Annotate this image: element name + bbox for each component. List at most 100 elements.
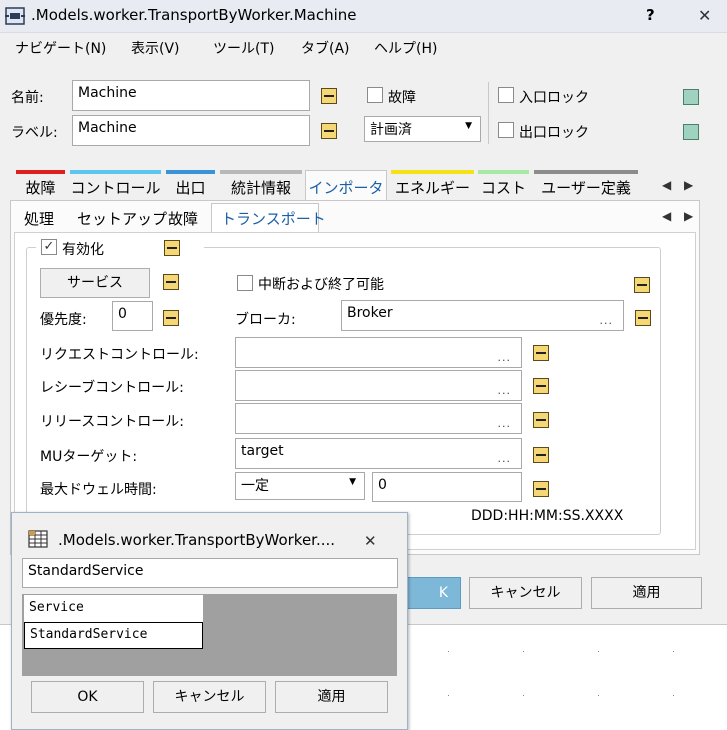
release-control-field[interactable]: ... [235,403,522,434]
mu-target-value: target [241,443,284,459]
tab-exit[interactable]: 出口 [166,177,215,198]
help-button[interactable]: ? [646,6,655,24]
tab-cost-color [478,170,529,174]
subtab-scroll-left-icon[interactable]: ◀ [662,209,671,223]
planned-dropdown[interactable]: 計画済 ▼ [364,116,481,142]
window-title: .Models.worker.TransportByWorker.Machine [31,6,357,24]
popup-cancel-button[interactable]: キャンセル [153,681,266,713]
max-dwell-inherit-button[interactable] [533,481,549,497]
tab-statistics-color [220,170,302,174]
menu-tools[interactable]: ツール(T) [213,38,274,58]
exit-lock-label: 出口ロック [519,125,589,141]
tab-scroll-left-icon[interactable]: ◀ [662,178,671,192]
tab-failure[interactable]: 故障 [16,177,65,198]
broker-label: ブローカ: [235,312,296,328]
label-label: ラベル: [11,125,58,141]
tab-exit-color [166,170,215,174]
release-control-browse-button[interactable]: ... [498,417,512,430]
interrupt-inherit-button[interactable] [634,277,650,293]
subtab-scroll-right-icon[interactable]: ▶ [684,209,693,223]
receive-control-browse-button[interactable]: ... [498,384,512,397]
release-control-label: リリースコントロール: [40,414,185,430]
receive-control-label: レシーブコントロール: [40,380,184,396]
enabled-checkbox[interactable]: ✓ [41,239,57,255]
enabled-label: 有効化 [62,242,104,258]
menu-tab[interactable]: タブ(A) [301,38,350,58]
tab-statistics[interactable]: 統計情報 [220,177,302,198]
subtab-transport[interactable]: トランスポート [221,208,326,229]
request-control-browse-button[interactable]: ... [498,351,512,364]
header-divider [488,82,489,144]
receive-control-inherit-button[interactable] [533,378,549,394]
entry-lock-label: 入口ロック [519,90,589,106]
max-dwell-label: 最大ドウェル時間: [40,482,157,498]
service-inherit-button[interactable] [163,274,179,290]
max-dwell-mode-dropdown[interactable]: 一定 ▼ [235,472,365,500]
priority-label: 優先度: [40,312,87,328]
mu-target-browse-button[interactable]: ... [498,452,512,465]
interrupt-checkbox[interactable] [237,275,253,291]
list-item[interactable]: Service [24,595,203,623]
table-window-icon [28,530,48,548]
object-window-icon [5,7,25,25]
tab-energy-color [391,170,474,174]
broker-inherit-button[interactable] [635,310,651,326]
broker-value: Broker [347,305,393,321]
close-icon[interactable]: ✕ [698,6,711,25]
tab-energy[interactable]: エネルギー [391,177,474,198]
menu-help[interactable]: ヘルプ(H) [374,38,437,58]
subtab-processing[interactable]: 処理 [24,208,54,229]
popup-apply-button[interactable]: 適用 [275,681,388,713]
priority-field[interactable]: 0 [112,301,153,331]
apply-button[interactable]: 適用 [591,577,702,609]
popup-list: Service StandardService [22,594,397,676]
tab-cost[interactable]: コスト [478,177,529,198]
tab-failure-color [16,170,65,174]
tab-scroll-right-icon[interactable]: ▶ [684,178,693,192]
request-control-label: リクエストコントロール: [40,347,199,363]
menu-view[interactable]: 表示(V) [131,38,180,58]
planned-value: 計画済 [370,122,412,138]
label-field[interactable]: Machine [72,115,310,146]
tab-importer[interactable]: インポータ [306,177,386,198]
request-control-field[interactable]: ... [235,337,522,368]
broker-browse-button[interactable]: ... [600,314,614,327]
max-dwell-mode-value: 一定 [241,478,269,494]
broker-field[interactable]: Broker ... [341,300,624,331]
subtab-setup[interactable]: セットアップ [77,208,167,229]
popup-close-icon[interactable]: ✕ [364,532,377,550]
cancel-button[interactable]: キャンセル [469,577,582,609]
popup-ok-button[interactable]: OK [31,681,144,713]
entry-lock-checkbox[interactable] [498,87,514,103]
receive-control-field[interactable]: ... [235,370,522,401]
exit-lock-checkbox[interactable] [498,122,514,138]
max-dwell-value-field[interactable]: 0 [372,472,522,502]
tab-control-color [70,170,161,174]
request-control-inherit-button[interactable] [533,345,549,361]
enabled-inherit-button[interactable] [164,240,180,256]
name-field[interactable]: Machine [72,80,310,111]
menu-navigate[interactable]: ナビゲート(N) [15,38,106,58]
tab-user-defined[interactable]: ユーザー定義 [534,177,638,198]
mu-target-field[interactable]: target ... [235,438,522,469]
title-bar[interactable]: .Models.worker.TransportByWorker.Machine… [0,0,727,33]
mu-target-inherit-button[interactable] [533,447,549,463]
popup-search-input[interactable]: StandardService [22,558,398,588]
label-inherit-button[interactable] [321,123,337,139]
release-control-inherit-button[interactable] [533,412,549,428]
failure-checkbox[interactable] [367,87,383,103]
ok-button[interactable]: K [400,577,461,609]
popup-title: .Models.worker.TransportByWorker.... [58,531,336,549]
entry-lock-status-icon[interactable] [683,89,699,105]
priority-inherit-button[interactable] [163,310,179,326]
tab-control[interactable]: コントロール [70,177,161,198]
exit-lock-status-icon[interactable] [683,124,699,140]
name-label: 名前: [11,90,44,106]
tab-userdefined-color [534,170,638,174]
mu-target-label: MUターゲット: [40,449,138,465]
name-inherit-button[interactable] [321,88,337,104]
list-item-selected[interactable]: StandardService [24,622,203,649]
subtab-failure[interactable]: 故障 [168,208,198,229]
service-button[interactable]: サービス [40,268,150,298]
service-select-popup: .Models.worker.TransportByWorker.... ✕ S… [11,512,408,730]
